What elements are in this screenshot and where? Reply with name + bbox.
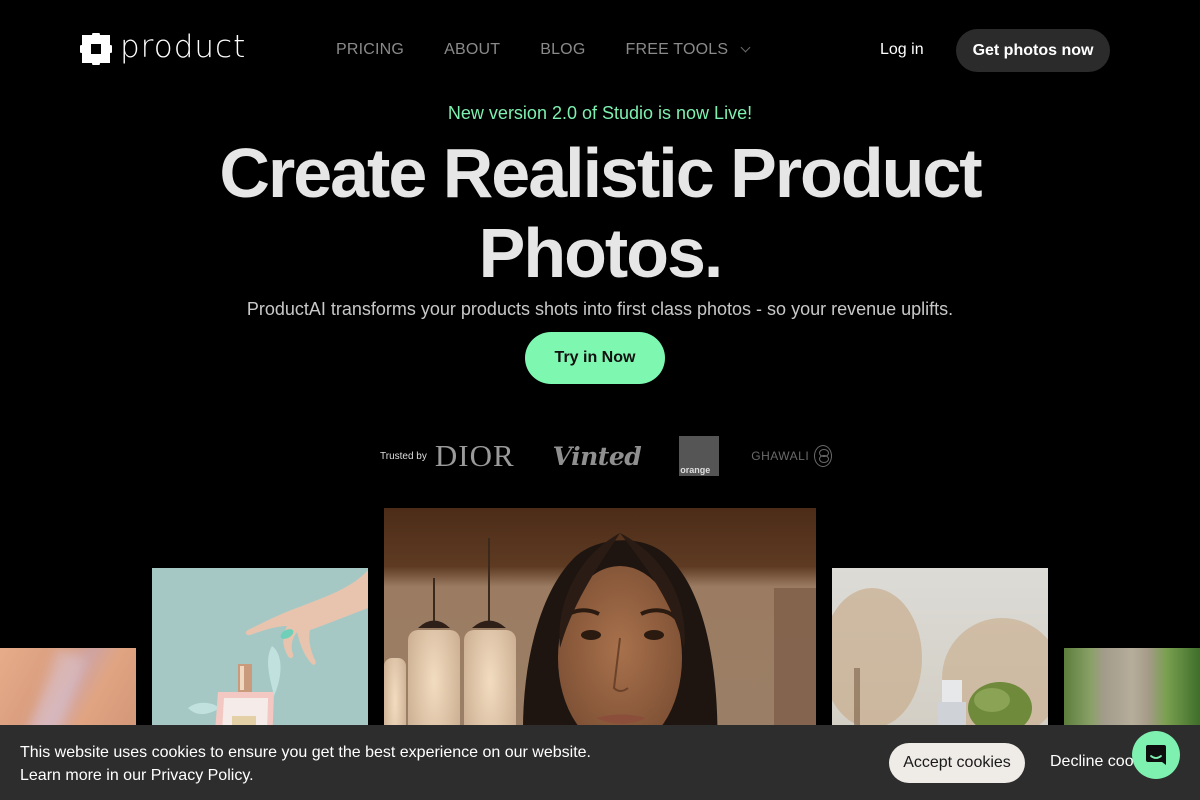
accept-cookies-button[interactable]: Accept cookies	[889, 743, 1025, 783]
logo-orange-text: orange	[680, 465, 711, 475]
chat-launcher-button[interactable]	[1132, 731, 1180, 779]
cookie-message-line-1: This website uses cookies to ensure you …	[20, 744, 591, 761]
nav-about[interactable]: ABOUT	[444, 41, 500, 59]
announcement-banner: New version 2.0 of Studio is now Live!	[447, 103, 753, 123]
get-photos-button[interactable]: Get photos now	[956, 29, 1110, 72]
headline-line-1: Create Realistic Product	[219, 134, 982, 212]
ghawali-emblem-icon	[814, 445, 833, 467]
top-nav: product PRICING ABOUT BLOG FREE TOOLS Lo…	[0, 0, 1200, 100]
chevron-down-icon	[740, 42, 751, 53]
logo-orange: orange	[679, 436, 720, 476]
brand-logo[interactable]: product	[80, 29, 247, 65]
chat-icon	[1146, 745, 1166, 765]
nav-about-label: ABOUT	[444, 41, 501, 58]
logo-vinted: Vinted	[552, 441, 642, 471]
main-nav: PRICING ABOUT BLOG FREE TOOLS	[336, 41, 751, 59]
page-title: Create Realistic Product Photos.	[0, 133, 1200, 293]
login-link[interactable]: Log in	[880, 41, 924, 59]
trusted-by-strip: Trusted by DIOR Vinted orange GHAWALI	[380, 436, 833, 476]
cookie-message: This website uses cookies to ensure you …	[20, 741, 591, 787]
nav-pricing[interactable]: PRICING	[336, 41, 404, 59]
subheadline: ProductAI transforms your products shots…	[246, 299, 954, 319]
nav-blog-label: BLOG	[540, 41, 586, 58]
logo-icon	[80, 33, 112, 65]
logo-dior: DIOR	[434, 438, 515, 473]
privacy-policy-link[interactable]: Learn more in our Privacy Policy.	[20, 764, 591, 787]
trusted-label: Trusted by	[380, 450, 427, 462]
nav-blog[interactable]: BLOG	[540, 41, 585, 59]
logo-ghawali: GHAWALI	[751, 445, 833, 467]
logo-ghawali-text: GHAWALI	[751, 449, 810, 463]
try-now-button[interactable]: Try in Now	[525, 332, 665, 384]
nav-pricing-label: PRICING	[336, 41, 405, 58]
nav-free-tools-label: FREE TOOLS	[625, 41, 729, 58]
nav-free-tools[interactable]: FREE TOOLS	[625, 41, 751, 59]
brand-name: product	[120, 29, 247, 65]
headline-line-2: Photos.	[478, 214, 724, 292]
